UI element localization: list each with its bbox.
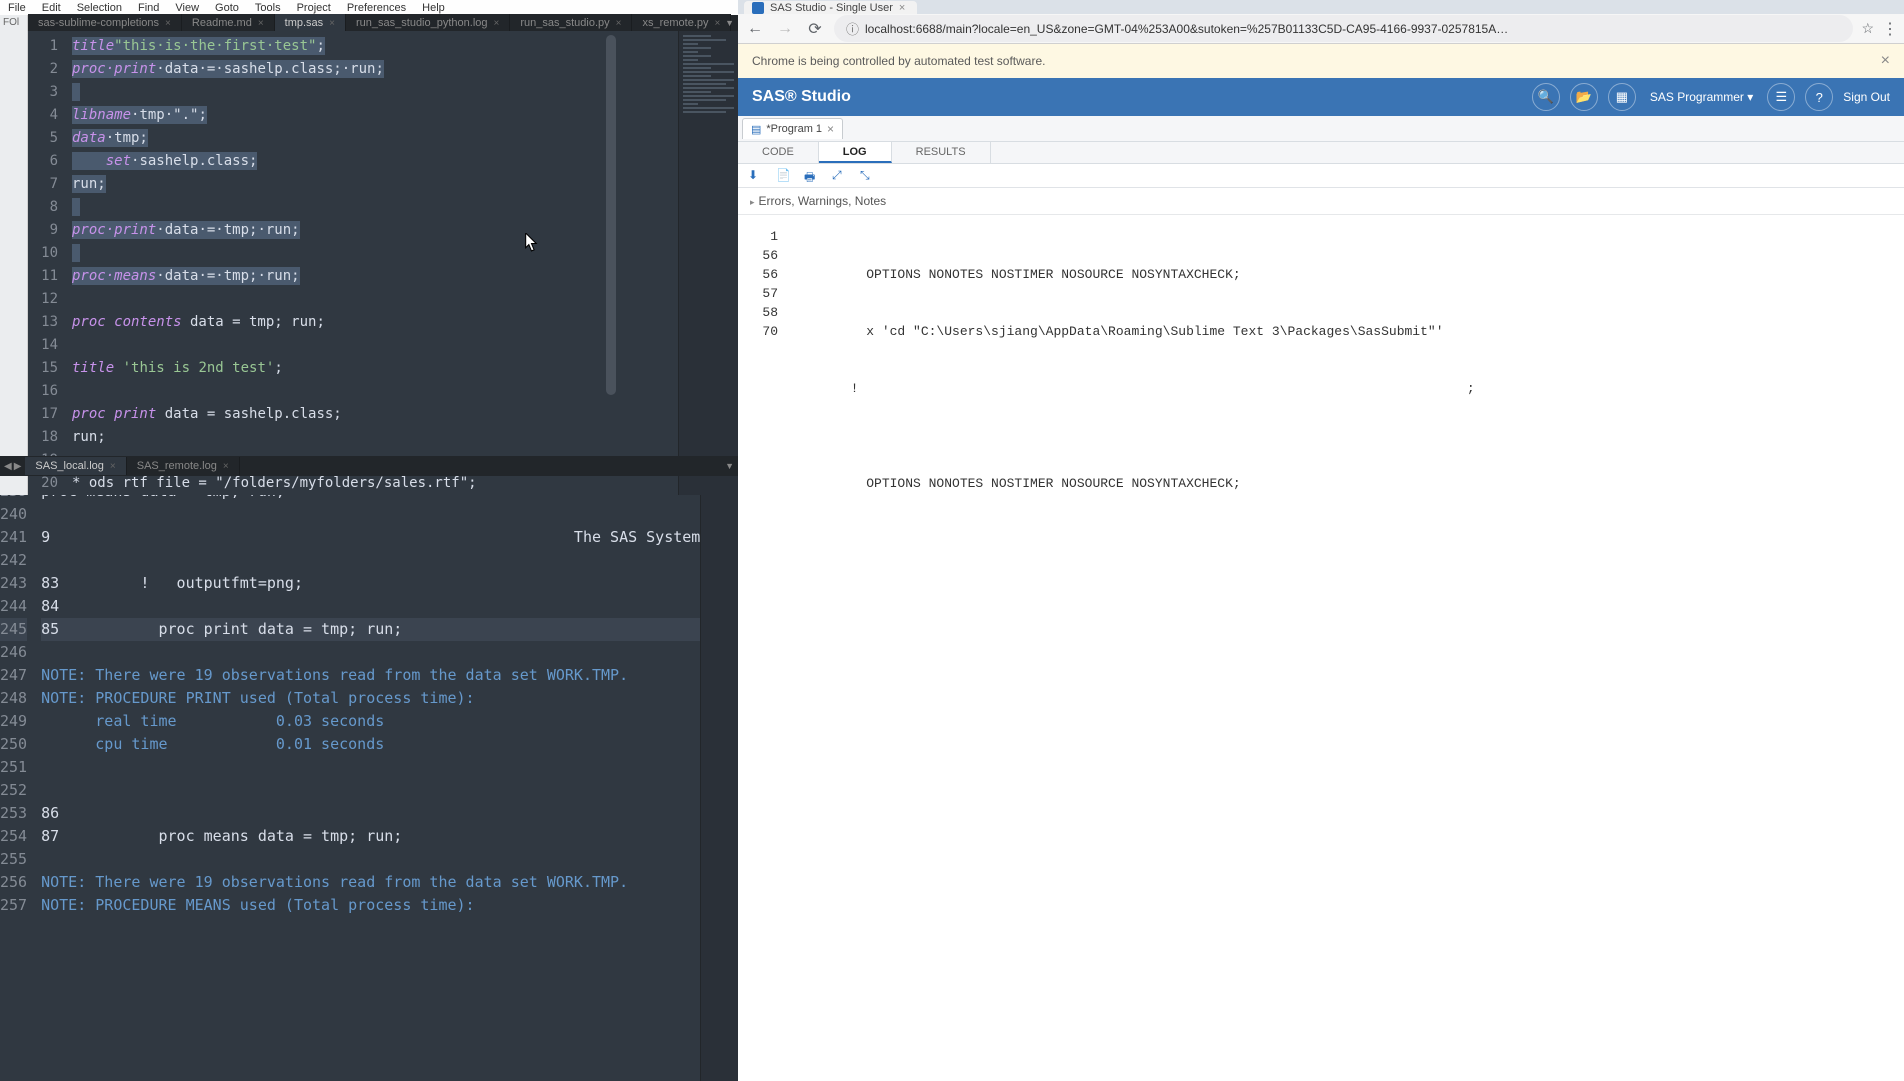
print-icon[interactable]: 🖶 [804,168,820,184]
favicon-icon [752,2,764,14]
sublime-editor-bottom: C:\Users\sjiang\AppData\Roaming\Sublime … [0,420,738,1081]
close-icon[interactable]: × [329,18,335,29]
tab-code[interactable]: CODE [738,142,819,163]
editor-tabs-bottom: ◀▶ SAS_local.log× SAS_remote.log× ▼ [0,456,738,476]
program-icon: ▤ [751,123,761,136]
automation-banner: Chrome is being controlled by automated … [738,44,1904,78]
tab-tmp-sas[interactable]: tmp.sas× [275,14,346,32]
close-icon[interactable]: × [827,122,834,136]
chrome-toolbar: ← → ⟳ ⓘ localhost:6688/main?locale=en_US… [738,14,1904,44]
tab-log[interactable]: LOG [819,142,892,163]
close-icon[interactable]: × [494,18,500,29]
folders-sidebar-label[interactable]: FOl [0,15,28,31]
scrollbar-thumb[interactable] [606,35,616,395]
tab-sas-completions[interactable]: sas-sublime-completions× [28,14,182,32]
chrome-tab-sas[interactable]: SAS Studio - Single User × [744,1,917,14]
minimap[interactable] [678,31,738,495]
line-number-gutter: 1234567891011121314151617181920 [28,31,66,495]
tab-readme[interactable]: Readme.md× [182,14,275,32]
forward-icon: → [774,20,796,38]
code-editor-area-bottom[interactable]: 2392402412422432442452462472482492502512… [0,476,738,1081]
program-tab[interactable]: ▤ *Program 1 × [742,118,843,139]
sas-toolbar: ⬇ 📄 🖶 ⤢ ⤡ [738,164,1904,188]
tab-run-py[interactable]: run_sas_studio.py× [510,14,632,32]
log-text: OPTIONS NONOTES NOSTIMER NOSOURCE NOSYNT… [796,227,1896,1069]
sas-app-header: SAS® Studio 🔍 📂 ▦ SAS Programmer ▾ ☰ ? S… [738,78,1904,116]
tab-run-log[interactable]: run_sas_studio_python.log× [346,14,510,32]
tab-sas-local-log[interactable]: SAS_local.log× [25,457,126,475]
chrome-tab-strip: SAS Studio - Single User × [738,0,1904,14]
close-icon[interactable]: × [165,18,171,29]
user-dropdown[interactable]: SAS Programmer ▾ [1646,90,1757,104]
tab-xs-remote[interactable]: xs_remote.py× [632,14,731,32]
sas-view-tabs: CODE LOG RESULTS [738,142,1904,164]
close-icon[interactable]: × [223,461,229,472]
sas-file-tabs: ▤ *Program 1 × [738,116,1904,142]
code-body[interactable]: title"this·is·the·first·test"; proc·prin… [66,31,678,495]
sas-body: ▤ *Program 1 × CODE LOG RESULTS ⬇ 📄 🖶 ⤢ … [738,116,1904,1081]
close-icon[interactable]: × [715,18,721,29]
download-icon[interactable]: ⬇ [748,168,764,184]
tab-prev-icon[interactable]: ◀ [4,461,12,472]
tab-next-icon[interactable]: ▶ [14,461,22,472]
menu-view[interactable]: View [167,2,207,14]
log-line-gutter: 1 56 56 57 58 70 [746,227,796,1069]
menu-tools[interactable]: Tools [247,2,289,14]
save-as-icon[interactable]: 📄 [776,168,792,184]
menu-project[interactable]: Project [289,2,339,14]
apps-grid-icon[interactable]: ▦ [1608,83,1636,111]
close-icon[interactable]: × [616,18,622,29]
folder-open-icon[interactable]: 📂 [1570,83,1598,111]
code-editor-area[interactable]: 1234567891011121314151617181920 title"th… [0,31,738,495]
chrome-menu-icon[interactable]: ⋮ [1882,19,1898,39]
sidebar-gutter [0,31,28,495]
collapse-icon[interactable]: ⤡ [860,168,876,184]
menu-help[interactable]: Help [414,2,453,14]
help-icon[interactable]: ? [1805,83,1833,111]
menu-goto[interactable]: Goto [207,2,247,14]
chevron-down-icon[interactable]: ▼ [725,461,734,471]
line-number-gutter-bottom: 2392402412422432442452462472482492502512… [0,476,37,1081]
search-icon[interactable]: 🔍 [1532,83,1560,111]
open-new-window-icon[interactable]: ⤢ [832,168,848,184]
menu-preferences[interactable]: Preferences [339,2,414,14]
sas-logo: SAS® Studio [752,88,851,106]
errors-warnings-notes-panel[interactable]: Errors, Warnings, Notes [738,188,1904,215]
signout-link[interactable]: Sign Out [1843,90,1890,104]
close-icon[interactable]: × [899,2,905,14]
tab-sas-remote-log[interactable]: SAS_remote.log× [127,457,240,475]
chrome-window: SAS Studio - Single User × ← → ⟳ ⓘ local… [738,0,1904,1081]
more-options-icon[interactable]: ☰ [1767,83,1795,111]
back-icon[interactable]: ← [744,20,766,38]
menu-find[interactable]: Find [130,2,167,14]
close-icon[interactable]: × [258,18,264,29]
reload-icon[interactable]: ⟳ [804,19,826,39]
menu-selection[interactable]: Selection [69,2,130,14]
menu-file[interactable]: File [0,2,34,14]
sublime-editor-top: File Edit Selection Find View Goto Tools… [0,0,738,420]
menu-bar: File Edit Selection Find View Goto Tools… [0,0,738,15]
chevron-down-icon[interactable]: ▼ [725,18,734,28]
sas-log-output[interactable]: 1 56 56 57 58 70 OPTIONS NONOTES NOSTIME… [738,215,1904,1081]
editor-tabs: sas-sublime-completions× Readme.md× tmp.… [28,15,738,31]
minimap-bottom[interactable] [700,476,738,1081]
code-body-bottom[interactable]: proc means data = tmp; run; 9 The SAS Sy… [37,476,700,1081]
address-bar[interactable]: ⓘ localhost:6688/main?locale=en_US&zone=… [834,15,1853,42]
close-icon[interactable]: × [110,461,116,472]
info-icon[interactable]: ⓘ [846,19,859,38]
close-icon[interactable]: × [1881,52,1890,70]
menu-edit[interactable]: Edit [34,2,69,14]
bookmark-star-icon[interactable]: ☆ [1861,20,1874,37]
tab-results[interactable]: RESULTS [892,142,991,163]
